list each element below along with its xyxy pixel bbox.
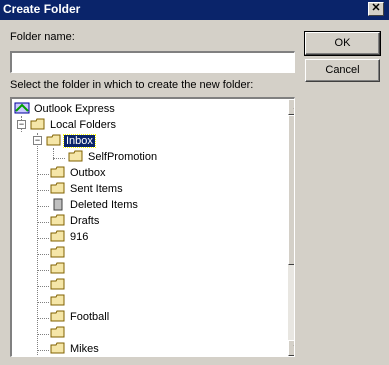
folder-icon <box>50 310 65 322</box>
drafts-icon <box>50 214 65 226</box>
collapse-toggle[interactable]: − <box>17 120 26 129</box>
scroll-down-button[interactable]: ▼ <box>288 340 294 356</box>
folder-name-label: Folder name: <box>10 31 75 43</box>
folder-icon <box>50 230 65 242</box>
tree-node-916[interactable]: 916 <box>50 229 90 245</box>
tree-node-selfpromotion[interactable]: SelfPromotion <box>68 149 159 165</box>
cancel-button[interactable]: Cancel <box>305 59 380 82</box>
folder-icon <box>50 326 65 338</box>
tree-node-folder[interactable] <box>50 325 72 341</box>
close-button[interactable]: ✕ <box>368 2 384 16</box>
folder-tree[interactable]: Outlook Express − Local Folders − Inbox … <box>10 97 295 357</box>
tree-node-mikes[interactable]: Mikes <box>50 341 101 356</box>
sent-items-icon <box>50 182 65 194</box>
tree-node-folder[interactable] <box>50 261 72 277</box>
trash-icon <box>53 198 63 211</box>
close-icon: ✕ <box>371 2 381 14</box>
tree-node-local-folders[interactable]: Local Folders <box>30 117 118 133</box>
arrow-down-icon: ▼ <box>292 343 294 352</box>
tree-node-folder[interactable] <box>50 277 72 293</box>
window-title: Create Folder <box>3 2 81 16</box>
tree-node-outbox[interactable]: Outbox <box>50 165 107 181</box>
folder-icon <box>50 278 65 290</box>
vertical-scrollbar[interactable]: ▲ ▼ <box>288 99 294 356</box>
tree-node-inbox[interactable]: Inbox <box>46 133 96 149</box>
folder-icon <box>50 294 65 306</box>
outbox-icon <box>50 166 65 178</box>
folder-icon <box>50 342 65 354</box>
folder-icon <box>30 118 45 130</box>
folder-name-input[interactable] <box>10 51 295 73</box>
tree-node-folder[interactable] <box>50 293 72 309</box>
tree-node-football[interactable]: Football <box>50 309 111 325</box>
tree-node-sent-items[interactable]: Sent Items <box>50 181 125 197</box>
select-folder-label: Select the folder in which to create the… <box>10 79 254 91</box>
ok-button[interactable]: OK <box>304 31 381 56</box>
folder-icon <box>50 262 65 274</box>
folder-icon <box>50 246 65 258</box>
scroll-up-button[interactable]: ▲ <box>288 99 294 115</box>
folder-icon <box>68 150 83 162</box>
tree-node-deleted-items[interactable]: Deleted Items <box>50 197 140 213</box>
tree-node-outlook-express[interactable]: Outlook Express <box>14 101 117 117</box>
tree-node-drafts[interactable]: Drafts <box>50 213 101 229</box>
outlook-express-icon <box>14 102 30 114</box>
inbox-icon <box>46 134 61 146</box>
tree-node-folder[interactable] <box>50 245 72 261</box>
scroll-thumb[interactable] <box>288 115 294 265</box>
collapse-toggle[interactable]: − <box>33 136 42 145</box>
arrow-up-icon: ▲ <box>292 102 294 111</box>
title-bar[interactable]: Create Folder ✕ <box>0 0 389 20</box>
